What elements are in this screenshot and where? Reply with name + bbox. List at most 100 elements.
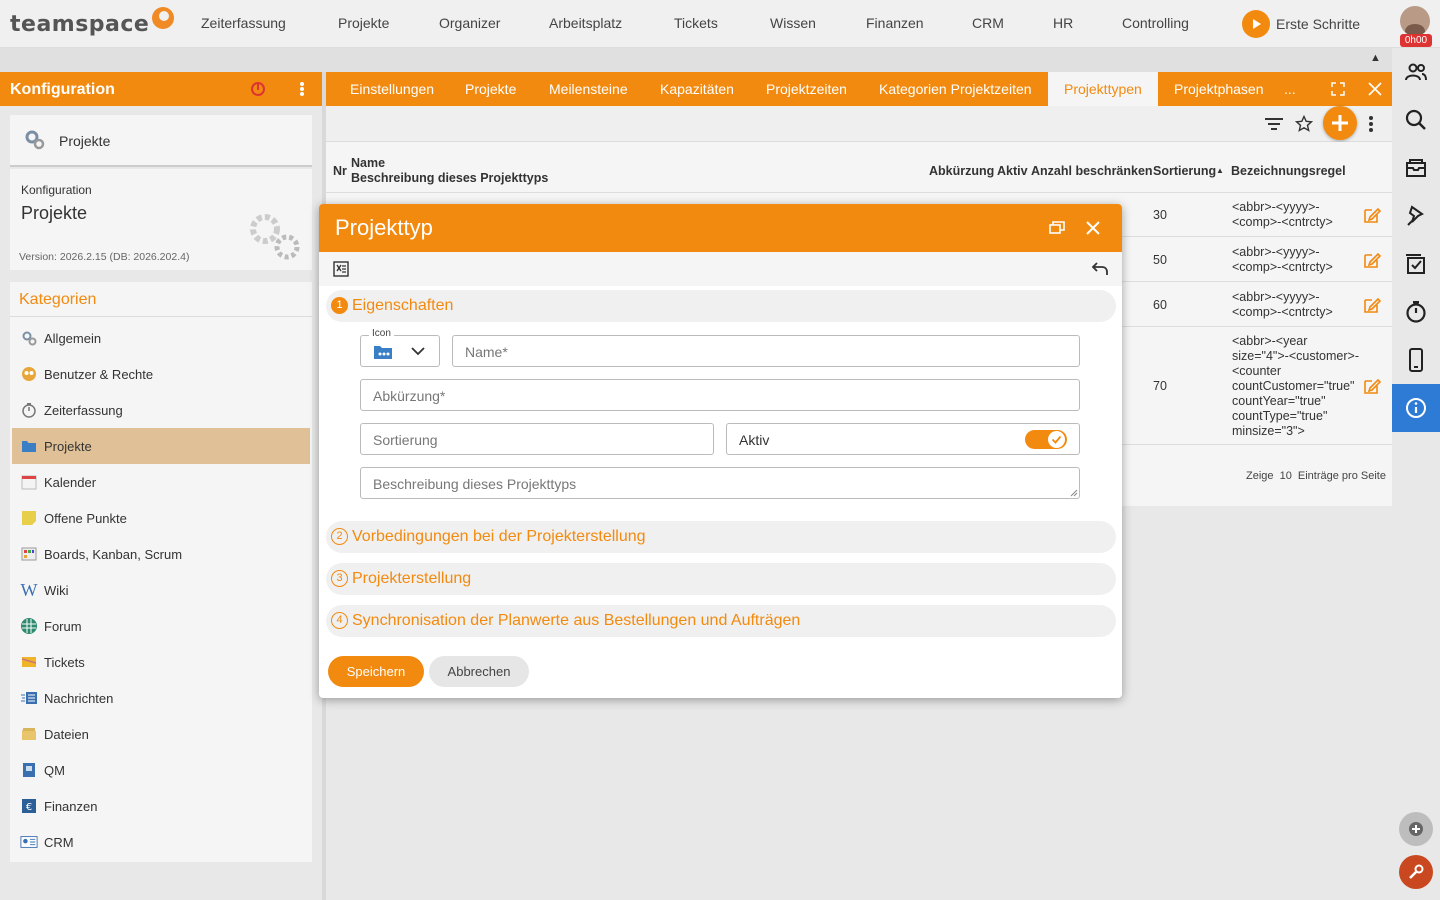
filter-icon[interactable] [1264,116,1284,132]
tab-projekttypen[interactable]: Projekttypen [1064,81,1142,97]
teamspace-logo[interactable]: teamspace [10,7,175,38]
nav-finanzen[interactable]: Finanzen [866,15,924,31]
category-item-projekte[interactable]: Projekte [12,428,310,464]
divider [10,316,312,317]
nav-projekte[interactable]: Projekte [338,15,389,31]
projekttyp-dialog: Projekttyp 1 Eigenschaften Icon Name* Ab… [319,204,1122,698]
column-header-sortierung[interactable]: Sortierung [1153,164,1216,178]
column-header-nr[interactable]: Nr [333,164,347,178]
category-item-boards[interactable]: Boards, Kanban, Scrum [12,536,310,572]
category-item-zeiterfassung[interactable]: Zeiterfassung [12,392,310,428]
euro-icon: € [20,797,38,815]
column-header-abkuerzung[interactable]: Abkürzung [929,164,994,178]
add-button[interactable] [1323,106,1357,140]
category-item-forum[interactable]: Forum [12,608,310,644]
category-label: Zeiterfassung [44,402,123,418]
category-item-allgemein[interactable]: Allgemein [12,320,310,356]
nav-wissen[interactable]: Wissen [770,15,816,31]
nav-zeiterfassung[interactable]: Zeiterfassung [201,15,286,31]
edit-icon[interactable] [1363,296,1381,314]
category-item-qm[interactable]: QM [12,752,310,788]
category-item-nachrichten[interactable]: Nachrichten [12,680,310,716]
mobile-icon[interactable] [1392,336,1440,384]
column-header-bezeichnungsregel[interactable]: Bezeichnungsregel [1231,164,1346,178]
nav-arbeitsplatz[interactable]: Arbeitsplatz [549,15,622,31]
pin-icon[interactable] [1392,192,1440,240]
svg-text:€: € [26,802,32,813]
stopwatch-icon[interactable] [1392,288,1440,336]
nav-tickets[interactable]: Tickets [674,15,718,31]
settings-wrench-button[interactable] [1399,855,1433,889]
users-icon [20,365,38,383]
edit-icon[interactable] [1363,251,1381,269]
tab-projekte[interactable]: Projekte [465,81,516,97]
cancel-button[interactable]: Abbrechen [429,656,529,687]
tab-kategorien-projektzeiten[interactable]: Kategorien Projektzeiten [879,81,1032,97]
tab-projektphasen[interactable]: Projektphasen [1174,81,1264,97]
export-excel-icon[interactable] [333,261,349,277]
nav-controlling[interactable]: Controlling [1122,15,1189,31]
tab-einstellungen[interactable]: Einstellungen [350,81,434,97]
category-label: Offene Punkte [44,510,127,526]
tab-projektzeiten[interactable]: Projektzeiten [766,81,847,97]
column-header-name[interactable]: Name [351,156,385,170]
task-check-icon[interactable] [1392,240,1440,288]
tab-meilensteine[interactable]: Meilensteine [549,81,628,97]
contacts-icon[interactable] [1392,48,1440,96]
info-icon[interactable] [1392,384,1440,432]
inbox-icon[interactable] [1392,144,1440,192]
column-header-beschreibung[interactable]: Beschreibung dieses Projekttyps [351,171,548,185]
erste-schritte-button[interactable]: Erste Schritte [1242,10,1360,38]
close-tab-icon[interactable] [1368,82,1382,96]
name-field[interactable]: Name* [452,335,1080,367]
more-vertical-icon[interactable] [1366,115,1376,133]
abkuerzung-field[interactable]: Abkürzung* [360,379,1080,411]
board-icon [20,545,38,563]
section-title: Vorbedingungen bei der Projekterstellung [352,528,646,545]
edit-icon[interactable] [1363,206,1381,224]
collapse-arrow-icon[interactable]: ▲ [1370,52,1381,64]
resize-handle-icon[interactable] [1070,489,1078,497]
category-item-wiki[interactable]: W Wiki [12,572,310,608]
sortierung-field[interactable]: Sortierung [360,423,714,455]
search-icon[interactable] [1392,96,1440,144]
more-vertical-icon[interactable] [296,81,308,97]
nav-organizer[interactable]: Organizer [439,15,500,31]
star-icon[interactable] [1295,115,1313,133]
user-avatar[interactable]: 0h00 [1400,6,1432,47]
category-item-dateien[interactable]: Dateien [12,716,310,752]
section-eigenschaften[interactable]: 1 Eigenschaften [326,290,1116,322]
column-header-aktiv[interactable]: Aktiv [997,164,1028,178]
category-item-finanzen[interactable]: € Finanzen [12,788,310,824]
add-circle-button[interactable] [1399,812,1433,846]
category-label: Finanzen [44,798,98,814]
icon-select[interactable]: Icon [360,328,440,367]
category-item-crm[interactable]: CRM [12,824,310,860]
restore-window-icon[interactable] [1049,221,1065,235]
page-size-select[interactable]: 10 [1280,470,1292,482]
power-icon[interactable] [250,81,266,97]
aktiv-toggle[interactable] [1025,430,1067,449]
nav-hr[interactable]: HR [1053,15,1073,31]
maximize-icon[interactable] [1331,82,1345,96]
undo-icon[interactable] [1091,260,1109,278]
tab-more[interactable]: ... [1284,81,1296,97]
category-label: CRM [44,834,74,850]
beschreibung-textarea[interactable]: Beschreibung dieses Projekttyps [360,467,1080,499]
category-item-kalender[interactable]: Kalender [12,464,310,500]
gears-icon [20,329,38,347]
close-dialog-icon[interactable] [1086,221,1100,235]
column-header-anzahl[interactable]: Anzahl beschränken [1031,164,1153,178]
nav-crm[interactable]: CRM [972,15,1004,31]
tab-kapazitaeten[interactable]: Kapazitäten [660,81,734,97]
section-synchronisation[interactable]: 4 Synchronisation der Planwerte aus Best… [326,605,1116,637]
section-projekterstellung[interactable]: 3 Projekterstellung [326,563,1116,595]
category-item-offene-punkte[interactable]: Offene Punkte [12,500,310,536]
kategorien-title: Kategorien [19,291,97,308]
section-vorbedingungen[interactable]: 2 Vorbedingungen bei der Projekterstellu… [326,521,1116,553]
save-button[interactable]: Speichern [328,656,424,687]
project-module-card[interactable]: Projekte [10,115,312,167]
category-item-tickets[interactable]: Tickets [12,644,310,680]
edit-icon[interactable] [1363,377,1381,395]
category-item-benutzer-rechte[interactable]: Benutzer & Rechte [12,356,310,392]
